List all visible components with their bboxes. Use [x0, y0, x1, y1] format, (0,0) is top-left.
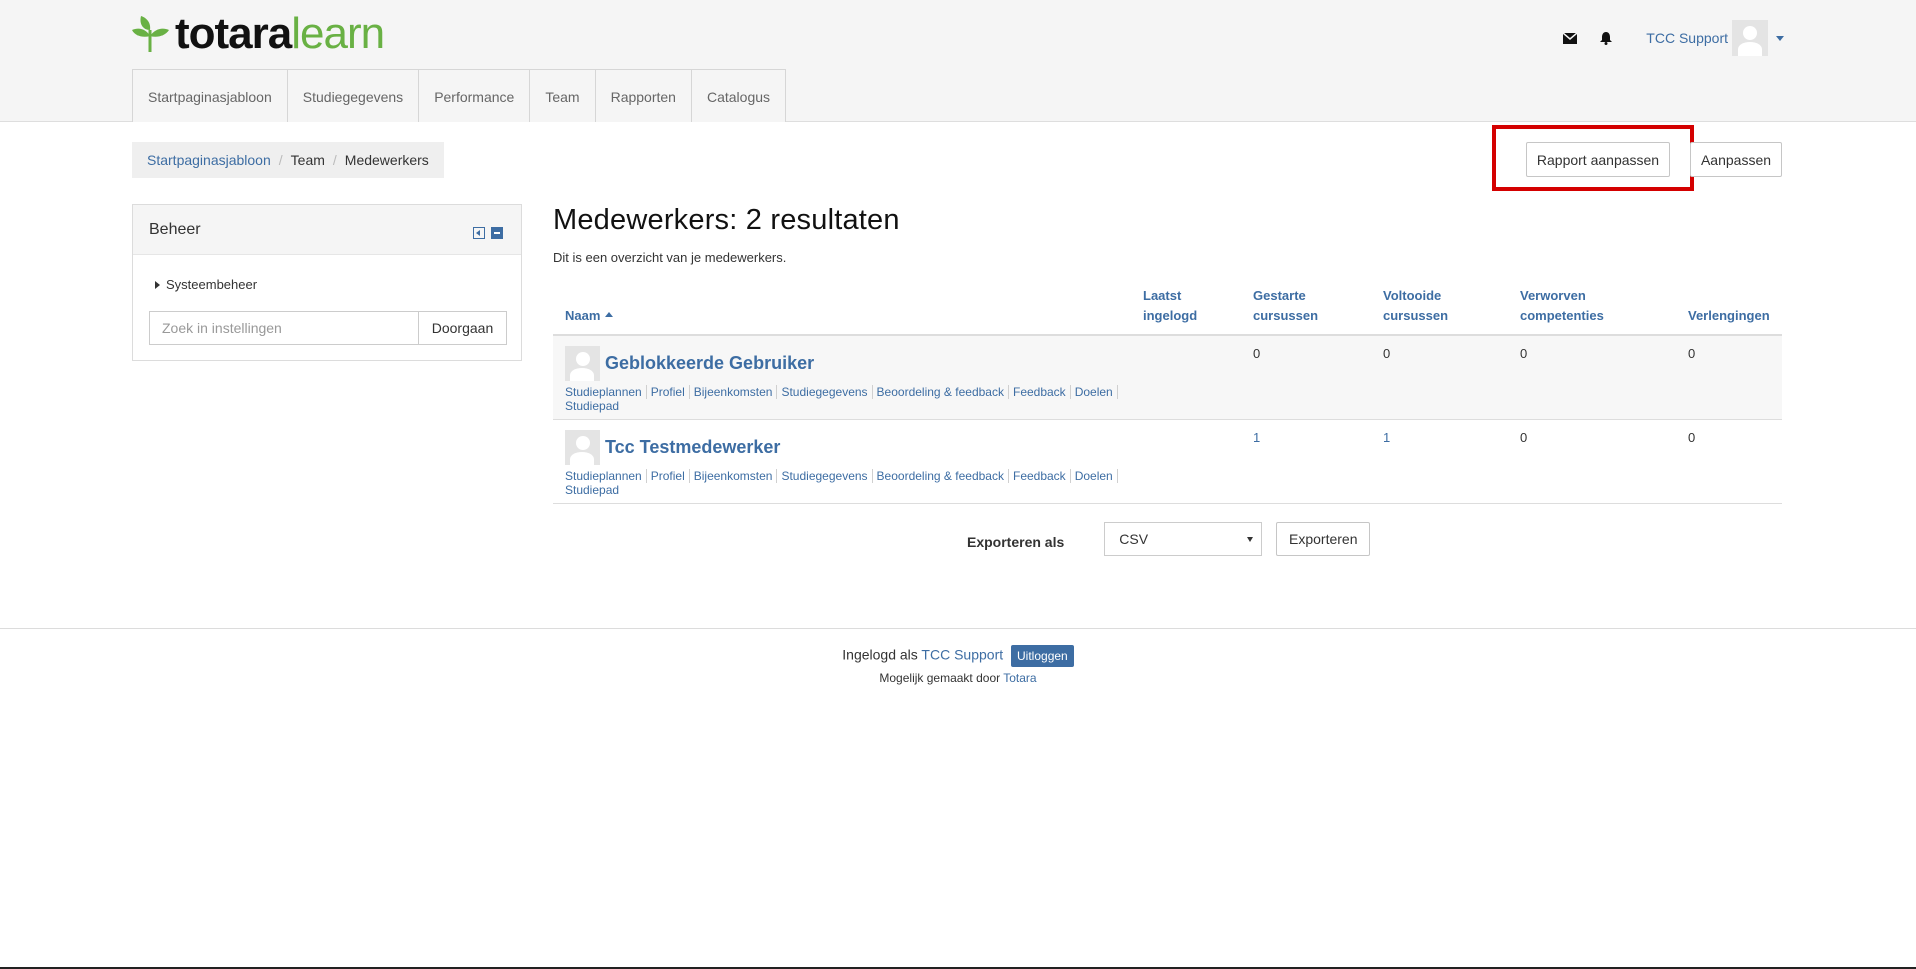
nav-item-studiegegevens[interactable]: Studiegegevens [288, 70, 420, 122]
chevron-down-icon [1247, 537, 1254, 542]
breadcrumb-separator: / [332, 152, 337, 168]
totara-learn-logo[interactable]: totara learn [131, 9, 385, 58]
settings-search-input[interactable] [149, 311, 419, 345]
admin-block-title: Beheer [149, 221, 201, 238]
chevron-down-icon[interactable] [1776, 35, 1784, 41]
column-header-gestarte-cursussen[interactable]: Gestarte cursussen [1241, 282, 1371, 335]
nav-item-performance[interactable]: Performance [419, 70, 531, 122]
column-header-laatst-ingelogd[interactable]: Laatst ingelogd [1131, 282, 1241, 335]
breadcrumb-startpaginasjabloon[interactable]: Startpaginasjabloon [147, 152, 271, 168]
main-navigation: Startpaginasjabloon Studiegegevens Perfo… [132, 69, 787, 122]
nav-item-team[interactable]: Team [530, 70, 596, 122]
link-bijeenkomsten[interactable]: Bijeenkomsten [693, 385, 778, 399]
breadcrumb: Startpaginasjabloon / Team / Medewerkers [132, 142, 444, 178]
export-label: Exporteren als [967, 534, 1065, 550]
link-bijeenkomsten[interactable]: Bijeenkomsten [693, 469, 778, 483]
settings-search: Doorgaan [149, 311, 507, 345]
name-cell: Tcc Testmedewerker Studieplannen Profiel B… [553, 420, 1131, 504]
page-footer: Ingelogd als TCC Support Uitloggen Mogel… [0, 628, 1916, 685]
masthead: totara learn TCC Support Startpaginasjabl… [0, 0, 1916, 122]
breadcrumb-separator: / [278, 152, 283, 168]
user-action-links: Studieplannen Profiel Bijeenkomsten Studieg… [565, 385, 1123, 413]
link-feedback[interactable]: Feedback [1012, 385, 1071, 399]
collapse-icon[interactable] [491, 227, 503, 239]
tree-item-systeembeheer[interactable]: Systeembeheer [155, 277, 257, 292]
completed-courses-cell[interactable]: 1 [1371, 420, 1508, 504]
admin-block: Beheer Systeembeheer Doorgaan [132, 204, 522, 361]
nav-item-startpaginasjabloon[interactable]: Startpaginasjabloon [133, 70, 288, 122]
last-login-cell [1131, 420, 1241, 504]
link-doelen[interactable]: Doelen [1074, 469, 1118, 483]
link-beoordeling-feedback[interactable]: Beoordeling & feedback [876, 385, 1009, 399]
link-profiel[interactable]: Profiel [650, 385, 690, 399]
last-login-cell [1131, 335, 1241, 420]
competencies-cell: 0 [1520, 430, 1528, 445]
breadcrumb-team[interactable]: Team [291, 152, 325, 168]
user-menu-area: TCC Support [1552, 20, 1784, 56]
breadcrumb-medewerkers: Medewerkers [344, 152, 429, 168]
logged-in-as-text: Ingelogd als [842, 646, 918, 663]
name-cell: Geblokkeerde Gebruiker Studieplannen Prof… [553, 335, 1131, 420]
brand-bold: totara [175, 9, 292, 58]
tree-item-label: Systeembeheer [166, 277, 258, 292]
sort-ascending-icon [605, 312, 614, 317]
avatar[interactable] [565, 430, 600, 465]
page-title: Medewerkers: 2 resultaten [553, 204, 900, 236]
nav-item-catalogus[interactable]: Catalogus [692, 70, 785, 122]
user-name-link[interactable]: Geblokkeerde Gebruiker [605, 353, 814, 373]
settings-search-button[interactable]: Doorgaan [419, 311, 507, 345]
export-form: Exporteren als CSV Exporteren [967, 522, 1371, 556]
link-studiepad[interactable]: Studiepad [565, 399, 623, 413]
staff-report: Naam Laatst ingelogd Gestarte cursussen Vo… [553, 282, 1782, 504]
renewals-cell: 0 [1688, 430, 1696, 445]
column-header-verworven-competenties[interactable]: Verworven competenties [1508, 282, 1676, 335]
staff-table: Naam Laatst ingelogd Gestarte cursussen Vo… [553, 282, 1782, 504]
dock-icon[interactable] [473, 227, 485, 239]
user-menu-name[interactable]: TCC Support [1646, 30, 1728, 46]
link-beoordeling-feedback[interactable]: Beoordeling & feedback [876, 469, 1009, 483]
avatar[interactable] [565, 346, 600, 381]
totara-link[interactable]: Totara [1003, 671, 1036, 685]
table-header-row: Naam Laatst ingelogd Gestarte cursussen Vo… [553, 282, 1782, 335]
export-button[interactable]: Exporteren [1276, 522, 1371, 556]
nav-item-rapporten[interactable]: Rapporten [596, 70, 692, 122]
link-studieplannen[interactable]: Studieplannen [565, 469, 647, 483]
footer-user-link[interactable]: TCC Support [921, 647, 1003, 663]
powered-by-text: Mogelijk gemaakt door [879, 671, 1001, 685]
column-header-verlengingen[interactable]: Verlengingen [1676, 282, 1782, 335]
brand-light: learn [291, 9, 385, 58]
leaf-icon [132, 16, 169, 52]
link-studiegegevens[interactable]: Studiegegevens [781, 469, 873, 483]
login-info: Ingelogd als TCC Support Uitloggen [0, 645, 1916, 667]
customize-button[interactable]: Aanpassen [1690, 142, 1782, 177]
envelope-icon[interactable] [1552, 20, 1588, 56]
competencies-cell: 0 [1520, 346, 1528, 361]
logout-button[interactable]: Uitloggen [1011, 645, 1074, 667]
column-header-naam[interactable]: Naam [553, 282, 1131, 335]
user-action-links: Studieplannen Profiel Bijeenkomsten Studieg… [565, 469, 1123, 497]
powered-by: Mogelijk gemaakt door Totara [0, 671, 1916, 685]
table-row: Geblokkeerde Gebruiker Studieplannen Prof… [553, 335, 1782, 420]
link-studiepad[interactable]: Studiepad [565, 483, 623, 497]
user-name-link[interactable]: Tcc Testmedewerker [605, 437, 780, 457]
admin-block-header: Beheer [133, 205, 521, 255]
export-format-value: CSV [1119, 531, 1149, 547]
edit-report-button[interactable]: Rapport aanpassen [1526, 142, 1670, 177]
export-format-select[interactable]: CSV [1104, 522, 1263, 556]
completed-courses-cell: 0 [1383, 346, 1391, 361]
bell-icon[interactable] [1588, 20, 1624, 56]
page-description: Dit is een overzicht van je medewerkers. [553, 250, 787, 265]
renewals-cell: 0 [1688, 346, 1696, 361]
column-header-voltooide-cursussen[interactable]: Voltooide cursussen [1371, 282, 1508, 335]
link-studieplannen[interactable]: Studieplannen [565, 385, 647, 399]
link-profiel[interactable]: Profiel [650, 469, 690, 483]
link-studiegegevens[interactable]: Studiegegevens [781, 385, 873, 399]
table-row: Tcc Testmedewerker Studieplannen Profiel B… [553, 420, 1782, 504]
user-avatar[interactable] [1732, 20, 1768, 56]
link-doelen[interactable]: Doelen [1074, 385, 1118, 399]
link-feedback[interactable]: Feedback [1012, 469, 1071, 483]
started-courses-cell: 0 [1253, 346, 1261, 361]
started-courses-cell[interactable]: 1 [1241, 420, 1371, 504]
caret-right-icon [155, 280, 160, 289]
